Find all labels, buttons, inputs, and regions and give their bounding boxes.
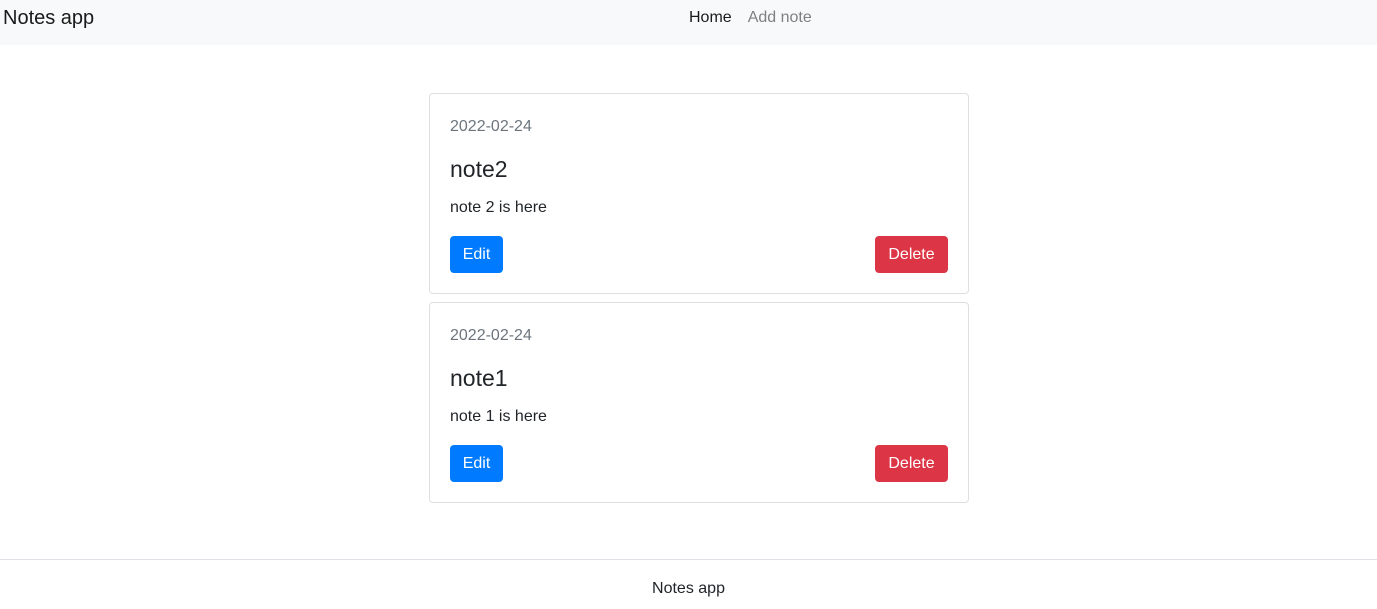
edit-button[interactable]: Edit — [450, 445, 503, 482]
note-date: 2022-02-24 — [450, 327, 532, 344]
note-card: 2022-02-24 note1 note 1 is here Edit Del… — [429, 302, 969, 503]
note-title: note2 — [450, 156, 508, 182]
delete-button[interactable]: Delete — [875, 445, 948, 482]
note-title: note1 — [450, 365, 508, 391]
nav-links: Home Add note — [689, 8, 812, 28]
nav-link-home[interactable]: Home — [689, 8, 732, 28]
brand-link[interactable]: Notes app — [3, 6, 94, 30]
footer: Notes app — [0, 559, 1377, 609]
footer-text: Notes app — [652, 580, 725, 597]
delete-button[interactable]: Delete — [875, 236, 948, 273]
nav-link-add-note[interactable]: Add note — [748, 8, 812, 28]
note-card: 2022-02-24 note2 note 2 is here Edit Del… — [429, 93, 969, 294]
note-date: 2022-02-24 — [450, 118, 532, 135]
note-text: note 1 is here — [450, 408, 547, 425]
edit-button[interactable]: Edit — [450, 236, 503, 273]
notes-list: 2022-02-24 note2 note 2 is here Edit Del… — [429, 93, 969, 511]
note-text: note 2 is here — [450, 199, 547, 216]
navbar: Notes app Home Add note — [0, 0, 1377, 45]
